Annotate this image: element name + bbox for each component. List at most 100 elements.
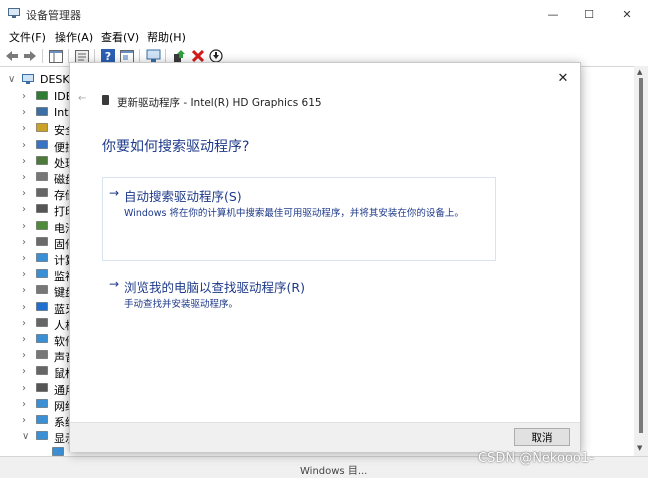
- battery-icon: [36, 220, 48, 230]
- toolbar-separator: [139, 49, 140, 63]
- show-hide-console-tree-button[interactable]: [48, 48, 64, 64]
- disk-drive-icon: [36, 172, 48, 181]
- toolbar-separator: [42, 49, 43, 63]
- scan-hardware-icon: [146, 49, 160, 62]
- chevron-right-icon[interactable]: ›: [22, 221, 26, 232]
- chevron-right-icon[interactable]: ›: [22, 399, 26, 410]
- chevron-right-icon[interactable]: ›: [22, 237, 26, 248]
- chevron-right-icon[interactable]: ›: [22, 269, 26, 280]
- chevron-right-icon[interactable]: ›: [22, 91, 26, 102]
- chevron-right-icon[interactable]: ›: [22, 350, 26, 361]
- title-bar: 设备管理器 — ☐ ✕: [0, 0, 648, 28]
- option-title: 浏览我的电脑以查找驱动程序(R): [124, 280, 305, 295]
- chevron-right-icon[interactable]: ›: [22, 253, 26, 264]
- update-driver-dialog: ✕ ← 更新驱动程序 - Intel(R) HD Graphics 615 你要…: [69, 62, 581, 452]
- toolbar-separator: [94, 49, 95, 63]
- status-text: Windows 目...: [300, 466, 368, 477]
- chevron-right-icon[interactable]: ›: [22, 415, 26, 426]
- storage-controller-icon: [36, 188, 48, 197]
- maximize-icon: ☐: [584, 7, 594, 21]
- computer-icon: [22, 74, 34, 84]
- red-x-icon: [192, 50, 204, 62]
- back-arrow-icon[interactable]: ←: [78, 93, 86, 104]
- system-device-icon: [36, 415, 48, 424]
- chevron-right-icon[interactable]: ›: [22, 172, 26, 183]
- properties-icon: [75, 49, 89, 63]
- chevron-right-icon[interactable]: ›: [22, 318, 26, 329]
- arrow-right-icon: →: [109, 277, 120, 291]
- chevron-right-icon[interactable]: ›: [22, 334, 26, 345]
- ide-controller-icon: [36, 91, 48, 100]
- back-button[interactable]: [4, 48, 20, 64]
- close-icon: ✕: [622, 7, 632, 21]
- device-manager-app-icon: [8, 8, 20, 18]
- intel-device-icon: [36, 107, 48, 116]
- dialog-title: 更新驱动程序 - Intel(R) HD Graphics 615: [117, 97, 322, 109]
- display-adapter-icon: [36, 431, 48, 440]
- toolbar-separator: [68, 49, 69, 63]
- menu-bar: 文件(F) 操作(A) 查看(V) 帮助(H): [0, 28, 648, 46]
- chevron-right-icon[interactable]: ›: [22, 107, 26, 118]
- chevron-right-icon[interactable]: ›: [22, 156, 26, 167]
- network-adapter-icon: [36, 399, 48, 408]
- mouse-icon: [36, 366, 48, 376]
- option-description: 手动查找并安装驱动程序。: [124, 299, 239, 310]
- auto-search-driver-option[interactable]: → 自动搜索驱动程序(S) Windows 将在你的计算机中搜索最佳可用驱动程序…: [102, 177, 496, 261]
- menu-file[interactable]: 文件(F): [9, 29, 46, 45]
- usb-icon: [36, 382, 48, 392]
- option-title: 自动搜索驱动程序(S): [124, 189, 242, 204]
- monitor-icon: [36, 269, 48, 278]
- window-title: 设备管理器: [26, 9, 81, 22]
- portable-device-icon: [36, 139, 48, 149]
- menu-help[interactable]: 帮助(H): [147, 29, 186, 45]
- software-component-icon: [36, 334, 48, 343]
- minimize-icon: —: [547, 7, 559, 21]
- update-driver-icon: [174, 50, 185, 62]
- chevron-right-icon[interactable]: ›: [22, 383, 26, 394]
- hid-icon: [36, 318, 48, 327]
- cancel-button[interactable]: 取消: [514, 428, 570, 446]
- chevron-right-icon[interactable]: ›: [22, 366, 26, 377]
- chevron-right-icon[interactable]: ›: [22, 302, 26, 313]
- computer-icon: [36, 253, 48, 262]
- menu-action[interactable]: 操作(A): [55, 29, 93, 45]
- tree-root[interactable]: ∨ DESKTC: [0, 71, 83, 89]
- browse-computer-driver-option[interactable]: → 浏览我的电脑以查找驱动程序(R) 手动查找并安装驱动程序。: [102, 268, 496, 320]
- dialog-footer: 取消: [70, 422, 580, 452]
- download-circle-icon: [209, 49, 223, 63]
- security-key-icon: [36, 123, 48, 133]
- processor-icon: [36, 156, 48, 165]
- arrow-right-icon: →: [109, 186, 120, 200]
- view-icon: [120, 49, 134, 63]
- watermark-text: CSDN @Nekooo1-: [478, 451, 594, 466]
- firmware-icon: [36, 237, 48, 246]
- arrow-right-icon: [24, 51, 36, 61]
- chevron-right-icon[interactable]: ›: [22, 285, 26, 296]
- dialog-close-button[interactable]: ✕: [552, 67, 574, 89]
- arrow-left-icon: [6, 51, 18, 61]
- window-close-button[interactable]: ✕: [604, 0, 648, 28]
- chevron-down-icon[interactable]: ∨: [8, 74, 15, 85]
- dialog-heading: 你要如何搜索驱动程序?: [102, 139, 250, 155]
- menu-view[interactable]: 查看(V): [101, 29, 139, 45]
- option-description: Windows 将在你的计算机中搜索最佳可用驱动程序，并将其安装在你的设备上。: [124, 208, 464, 219]
- forward-button[interactable]: [22, 48, 38, 64]
- chevron-right-icon[interactable]: ›: [22, 123, 26, 134]
- chevron-down-icon[interactable]: ∨: [22, 431, 29, 442]
- graphics-device-icon: [102, 95, 109, 105]
- console-tree-icon: [49, 49, 63, 63]
- scroll-up-icon[interactable]: ▲: [637, 68, 642, 76]
- keyboard-icon: [36, 285, 48, 295]
- close-icon: ✕: [557, 70, 569, 86]
- scroll-down-icon[interactable]: ▼: [637, 444, 642, 452]
- printer-icon: [36, 204, 48, 214]
- chevron-right-icon[interactable]: ›: [22, 188, 26, 199]
- vertical-scrollbar[interactable]: ▲ ▼: [634, 66, 648, 456]
- toolbar-separator: [165, 49, 166, 63]
- chevron-right-icon[interactable]: ›: [22, 204, 26, 215]
- speaker-icon: [36, 350, 48, 359]
- help-icon: ?: [101, 49, 115, 63]
- scrollbar-thumb[interactable]: [639, 78, 643, 433]
- bluetooth-icon: [36, 301, 48, 311]
- chevron-right-icon[interactable]: ›: [22, 140, 26, 151]
